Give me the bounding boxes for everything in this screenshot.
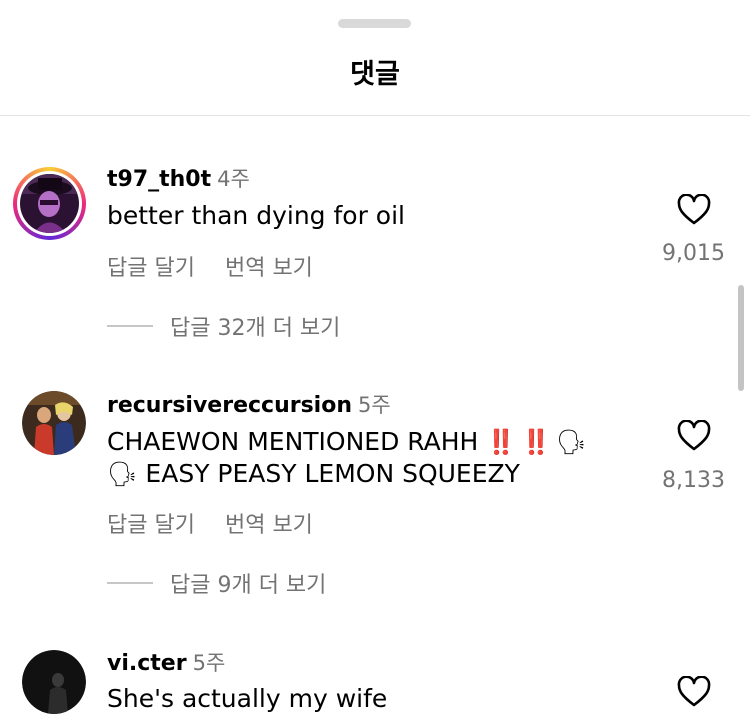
like-count: 9,015 <box>662 241 725 266</box>
timestamp: 4주 <box>217 167 250 191</box>
reply-button[interactable]: 답글 달기 <box>107 513 195 538</box>
replies-line <box>107 325 153 327</box>
view-replies-label: 답글 9개 더 보기 <box>170 573 327 598</box>
speaking-head-emoji: 🗣 <box>107 460 138 488</box>
speaking-head-emoji: 🗣 <box>555 428 587 456</box>
heart-outline-icon[interactable] <box>677 420 711 451</box>
comment-text: She's actually my wife <box>107 684 388 713</box>
scrollbar[interactable] <box>738 285 744 391</box>
comment-meta: t97_th0t 4주 <box>107 163 250 193</box>
avatar[interactable] <box>13 167 86 240</box>
header-divider <box>0 115 750 116</box>
view-replies-label: 답글 32개 더 보기 <box>170 316 341 341</box>
avatar[interactable] <box>22 391 86 455</box>
timestamp: 5주 <box>192 651 226 675</box>
heart-outline-icon[interactable] <box>677 676 711 707</box>
comment-text-line1: CHAEWON MENTIONED RAHH <box>107 427 479 456</box>
sheet-title: 댓글 <box>350 59 400 90</box>
comment-text-line2: EASY PEASY LEMON SQUEEZY <box>145 459 520 488</box>
comment-text: better than dying for oil <box>107 201 405 230</box>
translate-button[interactable]: 번역 보기 <box>225 513 313 538</box>
like-count: 8,133 <box>662 468 725 493</box>
username[interactable]: recursivereccursion <box>107 393 352 418</box>
drag-handle[interactable] <box>338 19 411 28</box>
replies-line <box>107 582 153 584</box>
comment-actions: 답글 달기 번역 보기 <box>107 507 313 539</box>
comment-meta: recursivereccursion 5주 <box>107 389 391 419</box>
translate-button[interactable]: 번역 보기 <box>225 256 313 281</box>
username[interactable]: t97_th0t <box>107 167 211 192</box>
double-exclamation-emoji: ‼️ <box>521 428 551 456</box>
reply-button[interactable]: 답글 달기 <box>107 256 195 281</box>
double-exclamation-emoji: ‼️ <box>486 428 516 456</box>
view-replies-button[interactable]: 답글 9개 더 보기 <box>107 567 326 599</box>
comment-actions: 답글 달기 번역 보기 <box>107 250 313 282</box>
username[interactable]: vi.cter <box>107 651 187 676</box>
avatar[interactable] <box>22 650 86 714</box>
heart-outline-icon[interactable] <box>677 194 711 225</box>
timestamp: 5주 <box>358 393 391 417</box>
view-replies-button[interactable]: 답글 32개 더 보기 <box>107 310 340 342</box>
comment-text: CHAEWON MENTIONED RAHH ‼️ ‼️ 🗣 🗣 EASY PE… <box>107 426 637 490</box>
comment-meta: vi.cter 5주 <box>107 647 225 677</box>
